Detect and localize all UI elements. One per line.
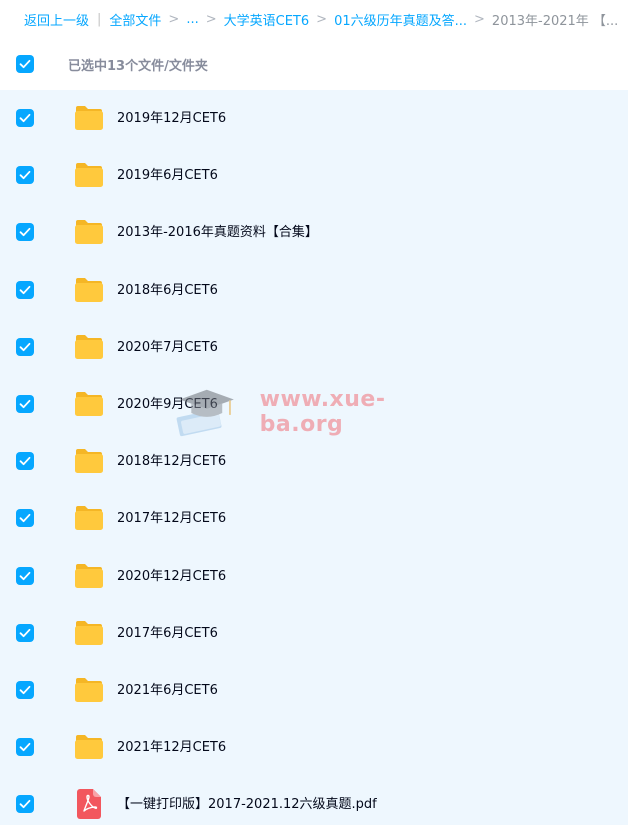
- file-list: 2019年12月CET6 2019年6月CET6 2013年-2016年真题资料【合…: [0, 90, 628, 825]
- check-icon: [19, 514, 31, 523]
- folder-icon: [74, 277, 104, 303]
- row-checkbox[interactable]: [16, 509, 34, 528]
- row-checkbox[interactable]: [16, 566, 34, 585]
- chevron-right-icon: >: [316, 11, 328, 27]
- folder-row[interactable]: 2019年12月CET6: [0, 90, 628, 147]
- check-icon: [19, 743, 31, 752]
- folder-name[interactable]: 2020年9月CET6: [117, 376, 218, 433]
- folder-row[interactable]: 2018年12月CET6: [0, 433, 628, 490]
- folder-icon: [74, 391, 104, 417]
- folder-name[interactable]: 2019年12月CET6: [117, 90, 226, 147]
- folder-name[interactable]: 2017年6月CET6: [117, 605, 218, 662]
- folder-row[interactable]: 2017年12月CET6: [0, 490, 628, 547]
- folder-row[interactable]: 2018年6月CET6: [0, 262, 628, 319]
- check-icon: [19, 342, 31, 351]
- folder-icon: [74, 677, 104, 703]
- folder-icon: [74, 620, 104, 646]
- check-icon: [19, 800, 31, 809]
- select-all-checkbox[interactable]: [16, 55, 34, 73]
- folder-name[interactable]: 2013年-2016年真题资料【合集】: [117, 204, 318, 261]
- folder-icon: [74, 219, 104, 245]
- breadcrumb: 返回上一级 | 全部文件 > ... > 大学英语CET6 > 01六级历年真题…: [0, 0, 628, 38]
- chevron-right-icon: >: [168, 11, 180, 27]
- row-checkbox[interactable]: [16, 452, 34, 471]
- breadcrumb-all-files[interactable]: 全部文件: [109, 10, 161, 29]
- check-icon: [19, 59, 31, 69]
- folder-icon: [74, 448, 104, 474]
- folder-name[interactable]: 2019年6月CET6: [117, 147, 218, 204]
- row-checkbox[interactable]: [16, 337, 34, 356]
- folder-icon: [74, 505, 104, 531]
- folder-name[interactable]: 2018年12月CET6: [117, 433, 226, 490]
- row-checkbox[interactable]: [16, 681, 34, 699]
- folder-row[interactable]: 2019年6月CET6: [0, 147, 628, 204]
- folder-icon: [74, 162, 104, 188]
- check-icon: [19, 113, 31, 123]
- check-icon: [19, 285, 31, 294]
- breadcrumb-level-1[interactable]: 大学英语CET6: [224, 10, 310, 29]
- row-checkbox[interactable]: [16, 223, 34, 242]
- breadcrumb-ellipsis[interactable]: ...: [186, 12, 198, 27]
- check-icon: [19, 228, 31, 237]
- folder-row[interactable]: 2020年7月CET6: [0, 319, 628, 376]
- breadcrumb-level-2[interactable]: 01六级历年真题及答...: [334, 10, 467, 29]
- folder-name[interactable]: 2017年12月CET6: [117, 490, 226, 547]
- folder-name[interactable]: 2021年12月CET6: [117, 719, 226, 776]
- folder-icon: [74, 334, 104, 360]
- folder-icon: [74, 105, 104, 131]
- folder-icon: [74, 734, 104, 760]
- row-checkbox[interactable]: [16, 280, 34, 299]
- folder-name[interactable]: 2021年6月CET6: [117, 662, 218, 719]
- folder-row[interactable]: 2017年6月CET6: [0, 605, 628, 662]
- pdf-icon: [77, 789, 107, 820]
- selection-header: 已选中13个文件/文件夹: [0, 38, 628, 90]
- back-link[interactable]: 返回上一级: [24, 10, 89, 29]
- check-icon: [19, 628, 31, 637]
- check-icon: [19, 571, 31, 580]
- chevron-right-icon: >: [474, 11, 485, 27]
- selection-count: 已选中13个文件/文件夹: [68, 58, 208, 74]
- row-checkbox[interactable]: [16, 109, 34, 127]
- folder-row[interactable]: 2020年12月CET6: [0, 548, 628, 605]
- row-checkbox[interactable]: [16, 795, 34, 814]
- folder-name[interactable]: 2018年6月CET6: [117, 262, 218, 319]
- row-checkbox[interactable]: [16, 395, 34, 413]
- folder-name[interactable]: 2020年7月CET6: [117, 319, 218, 376]
- chevron-right-icon: >: [205, 11, 217, 27]
- folder-row[interactable]: 2013年-2016年真题资料【合集】: [0, 204, 628, 261]
- folder-row[interactable]: 2020年9月CET6: [0, 376, 628, 433]
- check-icon: [19, 399, 31, 409]
- row-checkbox[interactable]: [16, 738, 34, 757]
- check-icon: [19, 457, 31, 466]
- folder-row[interactable]: 2021年6月CET6: [0, 662, 628, 719]
- row-checkbox[interactable]: [16, 623, 34, 642]
- folder-icon: [74, 563, 104, 589]
- breadcrumb-divider: |: [97, 11, 102, 27]
- folder-name[interactable]: 2020年12月CET6: [117, 548, 226, 605]
- folder-row[interactable]: 2021年12月CET6: [0, 719, 628, 776]
- check-icon: [19, 685, 31, 695]
- breadcrumb-current: 2013年-2021年 【...: [491, 13, 619, 29]
- check-icon: [19, 171, 31, 180]
- row-checkbox[interactable]: [16, 166, 34, 185]
